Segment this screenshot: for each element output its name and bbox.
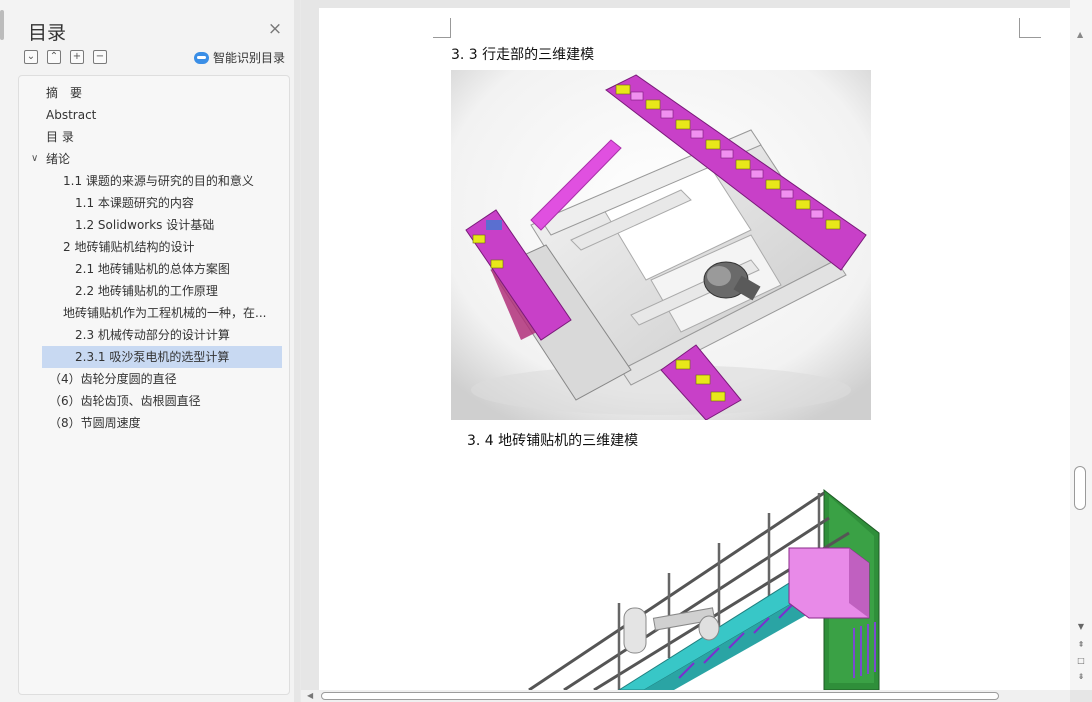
toc-panel: 目录 × ⌄ ⌃ + − 智能识别目录 摘 要 Abstract 目 录 ∨ 绪论 1.1…: [0, 0, 300, 702]
toc-item[interactable]: （6）齿轮齿顶、齿根圆直径: [19, 390, 291, 412]
toc-item[interactable]: 2.3.1 吸沙泵电机的选型计算: [42, 346, 282, 368]
toc-title: 目录: [28, 22, 67, 44]
toc-item-label: 1.1 本课题研究的内容: [75, 196, 194, 210]
smart-recognize-label: 智能识别目录: [213, 51, 286, 65]
expand-all-button[interactable]: ⌃: [47, 50, 61, 64]
toc-item-label: 2.2 地砖铺贴机的工作原理: [75, 284, 218, 298]
toc-item-label: 2.1 地砖铺贴机的总体方案图: [75, 262, 230, 276]
document-viewer-window: 目录 × ⌄ ⌃ + − 智能识别目录 摘 要 Abstract 目 录 ∨ 绪论 1.1…: [0, 0, 1092, 702]
tile-laying-machine-model-image: [469, 488, 939, 690]
horizontal-scroll-thumb[interactable]: [321, 692, 999, 700]
toc-toolbar: ⌄ ⌃ + −: [24, 50, 107, 64]
scroll-down-arrow-icon[interactable]: ▼: [1075, 622, 1087, 631]
cloud-ai-icon: [194, 51, 209, 64]
toc-item-label: 目 录: [46, 130, 74, 144]
toc-item[interactable]: 地砖铺贴机作为工程机械的一种，在...: [19, 302, 291, 324]
toc-item[interactable]: ∨ 绪论: [19, 148, 291, 170]
section-heading-3-3: 3. 3 行走部的三维建模: [451, 47, 595, 63]
toc-item[interactable]: 1.1 本课题研究的内容: [19, 192, 291, 214]
toc-item[interactable]: 1.1 课题的来源与研究的目的和意义: [19, 170, 291, 192]
select-browse-object-icon[interactable]: □: [1075, 656, 1087, 665]
scroll-left-arrow-icon[interactable]: ◀: [307, 691, 313, 700]
toc-item[interactable]: （4）齿轮分度圆的直径: [19, 368, 291, 390]
smart-recognize-toc-button[interactable]: 智能识别目录: [194, 49, 285, 66]
scroll-thumb[interactable]: [1074, 466, 1086, 510]
toc-item-label: 2 地砖铺贴机结构的设计: [63, 240, 195, 254]
toc-item[interactable]: Abstract: [19, 104, 291, 126]
add-heading-button[interactable]: +: [70, 50, 84, 64]
document-area: 3. 3 行走部的三维建模 3. 4 地砖铺贴机的三维建模: [301, 0, 1092, 702]
chevron-down-icon[interactable]: ∨: [31, 148, 38, 170]
toc-item[interactable]: 摘 要: [19, 82, 291, 104]
toc-item[interactable]: 2 地砖铺贴机结构的设计: [19, 236, 291, 258]
toc-item-label: 1.2 Solidworks 设计基础: [75, 218, 215, 232]
scroll-up-arrow-icon[interactable]: ▲: [1077, 30, 1083, 39]
panel-resize-handle[interactable]: [0, 10, 4, 40]
toc-list: 摘 要 Abstract 目 录 ∨ 绪论 1.1 课题的来源与研究的目的和意义 1.1 本…: [19, 82, 291, 434]
toc-item-label: 2.3 机械传动部分的设计计算: [75, 328, 230, 342]
toc-scrollbar[interactable]: [294, 0, 300, 702]
section-heading-3-4: 3. 4 地砖铺贴机的三维建模: [467, 433, 639, 449]
close-icon[interactable]: ×: [266, 20, 284, 38]
page-down-icon[interactable]: ⇟: [1075, 672, 1087, 681]
toc-item-label: （6）齿轮齿顶、齿根圆直径: [49, 394, 201, 408]
document-page: 3. 3 行走部的三维建模 3. 4 地砖铺贴机的三维建模: [319, 8, 1070, 690]
toc-item-label: 2.3.1 吸沙泵电机的选型计算: [75, 350, 230, 364]
toc-list-container: 摘 要 Abstract 目 录 ∨ 绪论 1.1 课题的来源与研究的目的和意义 1.1 本…: [18, 75, 290, 695]
toc-item-label: （8）节圆周速度: [49, 416, 141, 430]
toc-item-label: 1.1 课题的来源与研究的目的和意义: [63, 174, 254, 188]
toc-item[interactable]: 2.1 地砖铺贴机的总体方案图: [19, 258, 291, 280]
crawler-chassis-model-image: [451, 70, 871, 420]
margin-mark-top-right: [1019, 18, 1041, 38]
margin-mark-top-left: [433, 18, 451, 38]
toc-item-label: （4）齿轮分度圆的直径: [49, 372, 177, 386]
remove-heading-button[interactable]: −: [93, 50, 107, 64]
toc-item[interactable]: （8）节圆周速度: [19, 412, 291, 434]
toc-item[interactable]: 目 录: [19, 126, 291, 148]
document-horizontal-scrollbar[interactable]: ◀: [301, 690, 1070, 702]
toc-item-label: 摘 要: [46, 86, 83, 100]
toc-item[interactable]: 2.2 地砖铺贴机的工作原理: [19, 280, 291, 302]
collapse-all-button[interactable]: ⌄: [24, 50, 38, 64]
toc-item-label: 地砖铺贴机作为工程机械的一种，在...: [63, 306, 267, 320]
toc-item[interactable]: 2.3 机械传动部分的设计计算: [19, 324, 291, 346]
toc-item-label: 绪论: [46, 152, 71, 166]
page-up-icon[interactable]: ⇞: [1075, 640, 1087, 649]
toc-item-label: Abstract: [46, 108, 97, 122]
document-vertical-scrollbar[interactable]: ▲ ▼ ⇞ □ ⇟: [1070, 0, 1092, 690]
toc-item[interactable]: 1.2 Solidworks 设计基础: [19, 214, 291, 236]
